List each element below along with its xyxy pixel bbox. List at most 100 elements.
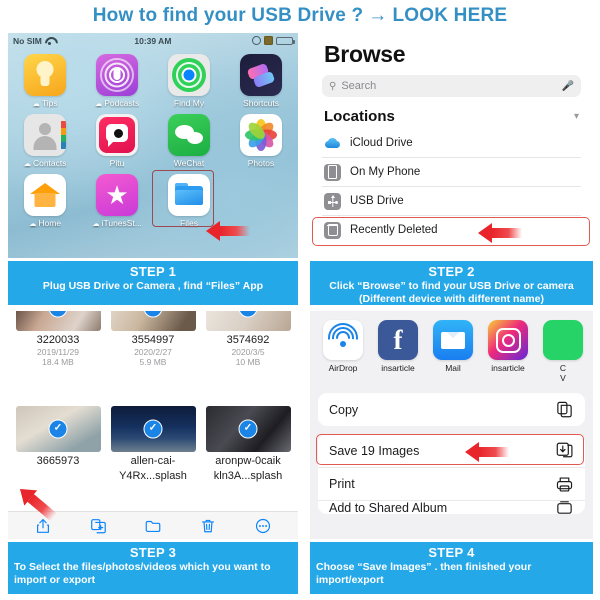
status-bar-left: No SIM bbox=[13, 36, 54, 46]
tips-icon bbox=[24, 54, 66, 96]
title-text-after: LOOK HERE bbox=[392, 5, 508, 26]
share-app-airdrop[interactable]: AirDrop bbox=[320, 320, 366, 383]
share-action-print[interactable]: Print bbox=[318, 467, 585, 500]
photos-icon bbox=[240, 114, 282, 156]
find-my-icon bbox=[168, 54, 210, 96]
page-title: How to find your USB Drive ? → LOOK HERE bbox=[0, 0, 600, 32]
app-label: Find My bbox=[174, 98, 204, 108]
share-app-instagram[interactable]: insarticle bbox=[485, 320, 531, 383]
app-label: ☁ Home bbox=[29, 218, 61, 228]
app-wechat[interactable]: WeChat bbox=[160, 114, 218, 168]
file-name: aronpw-0caik bbox=[215, 454, 281, 467]
file-thumbnail[interactable]: ✓ bbox=[15, 311, 101, 331]
wifi-icon bbox=[45, 37, 54, 45]
save-images-highlight-box bbox=[316, 434, 584, 465]
app-tips[interactable]: ☁ Tips bbox=[16, 54, 74, 108]
app-label-text: Pitu bbox=[109, 158, 125, 168]
instagram-icon bbox=[488, 320, 528, 360]
title-text-before: How to find your USB Drive ? bbox=[92, 5, 364, 26]
share-action-add-to-shared-album[interactable]: Add to Shared Album bbox=[318, 500, 585, 514]
folder-icon[interactable] bbox=[143, 517, 163, 535]
app-label: Photos bbox=[248, 158, 274, 168]
file-name: 3554997 bbox=[131, 334, 175, 346]
app-row-1: ☁ Tips ☁ Podcasts Find My Shortcuts bbox=[16, 54, 290, 108]
app-label: Pitu bbox=[110, 158, 125, 168]
usb-drive-highlight-box bbox=[312, 217, 590, 246]
chevron-down-icon[interactable]: ▾ bbox=[574, 111, 579, 122]
app-label: Shortcuts bbox=[243, 98, 279, 108]
app-podcasts[interactable]: ☁ Podcasts bbox=[88, 54, 146, 108]
locations-header[interactable]: Locations ▾ bbox=[324, 108, 579, 125]
alarm-icon bbox=[264, 36, 273, 45]
app-home[interactable]: ☁ Home bbox=[16, 174, 74, 228]
file-item[interactable]: ✓ 3574692 2020/3/5 10 MB bbox=[204, 311, 292, 368]
duplicate-icon[interactable] bbox=[88, 517, 108, 535]
file-row-1: ✓ 3220033 2019/11/29 18.4 MB ✓ 3554997 2… bbox=[14, 311, 292, 368]
location-item-icloud-drive[interactable]: iCloud Drive bbox=[322, 129, 581, 157]
ios-share-sheet: AirDrop f insarticle Mail insarticle C V bbox=[310, 311, 593, 539]
file-thumbnail[interactable]: ✓ bbox=[110, 311, 196, 331]
microphone-icon[interactable]: 🎤 bbox=[562, 81, 574, 92]
panel-share-sheet: AirDrop f insarticle Mail insarticle C V bbox=[310, 311, 593, 539]
share-app-label: C V bbox=[559, 363, 567, 383]
icloud-download-icon: ☁ bbox=[32, 98, 40, 108]
file-item[interactable]: ✓ 3220033 2019/11/29 18.4 MB bbox=[14, 311, 102, 368]
share-app-facebook[interactable]: f insarticle bbox=[375, 320, 421, 383]
search-input[interactable]: ⚲ Search 🎤 bbox=[322, 75, 581, 97]
file-item[interactable]: ✓ 3554997 2020/2/27 5.9 MB bbox=[109, 311, 197, 368]
battery-charging-icon bbox=[276, 36, 295, 45]
file-name: 3665973 bbox=[36, 454, 80, 467]
icloud-download-icon: ☁ bbox=[28, 218, 37, 228]
app-files[interactable]: Files bbox=[152, 170, 218, 228]
app-pitu[interactable]: Pitu bbox=[88, 114, 146, 168]
share-action-label: Add to Shared Album bbox=[329, 500, 448, 514]
files-selection-screen: ✓ 3220033 2019/11/29 18.4 MB ✓ 3554997 2… bbox=[8, 311, 298, 539]
app-photos[interactable]: Photos bbox=[232, 114, 290, 168]
file-item[interactable]: ✓ aronpw-0caik kln3A...splash bbox=[204, 405, 292, 483]
selection-check-icon: ✓ bbox=[143, 419, 163, 438]
file-size: 10 MB bbox=[235, 357, 261, 367]
location-item-on-my-phone[interactable]: On My Phone bbox=[322, 157, 581, 186]
locations-title: Locations bbox=[324, 108, 395, 125]
file-item[interactable]: ✓ 3665973 bbox=[14, 405, 102, 483]
green-app-icon bbox=[543, 320, 583, 360]
file-item[interactable]: ✓ allen-cai- Y4Rx...splash bbox=[109, 405, 197, 483]
browse-heading: Browse bbox=[324, 41, 406, 67]
share-app-green[interactable]: C V bbox=[540, 320, 585, 383]
more-ellipsis-icon[interactable] bbox=[253, 517, 273, 535]
share-action-copy[interactable]: Copy bbox=[318, 393, 585, 426]
search-placeholder: Search bbox=[341, 80, 377, 92]
file-thumbnail[interactable]: ✓ bbox=[205, 405, 291, 452]
step-2-title: STEP 2 bbox=[428, 264, 475, 279]
selection-check-icon: ✓ bbox=[238, 311, 258, 318]
app-label-text: Contacts bbox=[32, 158, 67, 168]
app-label: ☁ Tips bbox=[32, 98, 57, 108]
app-shortcuts[interactable]: Shortcuts bbox=[232, 54, 290, 108]
app-label-text: Photos bbox=[247, 158, 275, 168]
app-label: ☁ Contacts bbox=[23, 158, 66, 168]
tutorial-infographic: How to find your USB Drive ? → LOOK HERE… bbox=[0, 0, 600, 600]
copy-icon bbox=[555, 400, 574, 419]
step-2-desc: Click “Browse” to find your USB Drive or… bbox=[329, 280, 574, 305]
app-contacts[interactable]: ☁ Contacts bbox=[16, 114, 74, 168]
print-icon bbox=[555, 475, 574, 494]
file-thumbnail[interactable]: ✓ bbox=[110, 405, 196, 452]
icloud-download-icon: ☁ bbox=[92, 218, 100, 228]
step-2-banner: STEP 2 Click “Browse” to find your USB D… bbox=[310, 261, 593, 305]
trash-icon[interactable] bbox=[198, 517, 218, 535]
app-find-my[interactable]: Find My bbox=[160, 54, 218, 108]
location-item-usb-drive[interactable]: USB Drive bbox=[322, 186, 581, 215]
file-name-line2: kln3A...splash bbox=[213, 470, 283, 482]
step-4-banner: STEP 4 Choose “Save lmages” . then finis… bbox=[310, 542, 593, 594]
file-thumbnail[interactable]: ✓ bbox=[205, 311, 291, 331]
location-label: iCloud Drive bbox=[350, 137, 413, 149]
app-itunes-store[interactable]: ★ ☁ iTunesSt... bbox=[88, 174, 146, 228]
selection-check-icon: ✓ bbox=[48, 419, 68, 438]
share-app-mail[interactable]: Mail bbox=[430, 320, 476, 383]
app-label-text: WeChat bbox=[173, 158, 205, 168]
file-thumbnail[interactable]: ✓ bbox=[15, 405, 101, 452]
pitu-icon bbox=[96, 114, 138, 156]
app-label-text: Home bbox=[38, 218, 62, 228]
panel-home-screen: No SIM 10:39 AM ☁ Tips ☁ Podcasts Find M… bbox=[8, 33, 298, 258]
mail-icon bbox=[433, 320, 473, 360]
